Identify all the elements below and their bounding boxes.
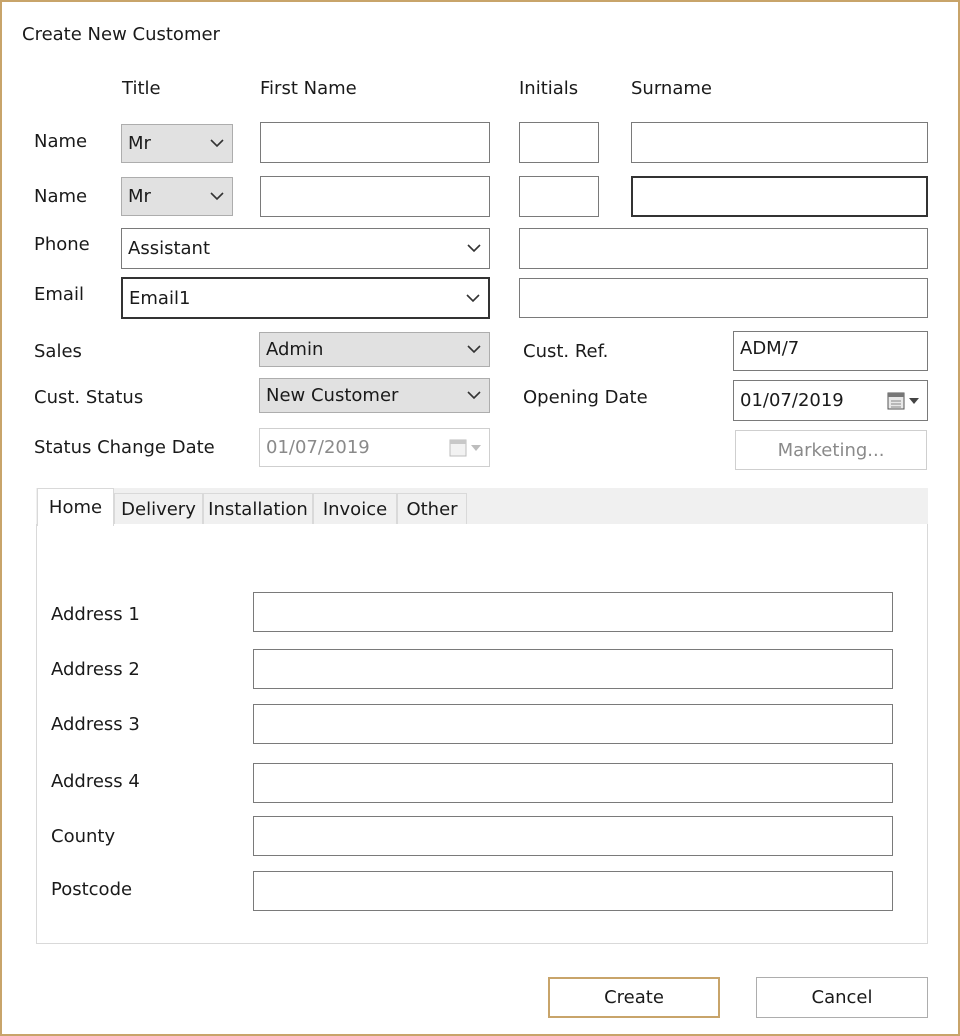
name-label-2: Name (34, 186, 88, 207)
tab-delivery[interactable]: Delivery (114, 493, 203, 524)
address-2-input[interactable] (253, 649, 893, 689)
initials-input-1[interactable] (519, 122, 599, 163)
sales-select[interactable]: Admin (259, 332, 490, 367)
chevron-down-icon (458, 293, 488, 303)
chevron-down-icon (459, 345, 489, 354)
calendar-icon (445, 439, 489, 457)
email-type-select[interactable]: Email1 (121, 277, 490, 319)
cancel-button[interactable]: Cancel (756, 977, 928, 1018)
sales-label: Sales (34, 341, 82, 362)
address-4-label: Address 4 (51, 771, 140, 792)
email-type-value: Email1 (129, 287, 191, 309)
title-select-1[interactable]: Mr (121, 124, 233, 163)
cust-ref-input[interactable]: ADM/7 (733, 331, 928, 371)
opening-date-value: 01/07/2019 (740, 390, 844, 411)
phone-type-value: Assistant (128, 238, 211, 259)
status-change-date-value: 01/07/2019 (266, 437, 370, 458)
surname-input-1[interactable] (631, 122, 928, 163)
window-title: Create New Customer (22, 24, 220, 45)
tab-invoice[interactable]: Invoice (313, 493, 397, 524)
email-input[interactable] (519, 278, 928, 318)
header-surname: Surname (631, 78, 712, 99)
title-select-2-value: Mr (128, 186, 151, 207)
first-name-input-1[interactable] (260, 122, 490, 163)
cust-ref-label: Cust. Ref. (523, 341, 609, 362)
status-change-date-picker: 01/07/2019 (259, 428, 490, 467)
initials-input-2[interactable] (519, 176, 599, 217)
phone-label: Phone (34, 234, 90, 255)
marketing-button[interactable]: Marketing... (735, 430, 927, 470)
chevron-down-icon (202, 192, 232, 201)
postcode-input[interactable] (253, 871, 893, 911)
county-label: County (51, 826, 116, 847)
chevron-down-icon (202, 139, 232, 148)
create-button[interactable]: Create (548, 977, 720, 1018)
header-first-name: First Name (260, 78, 357, 99)
phone-input[interactable] (519, 228, 928, 269)
header-title: Title (122, 78, 161, 99)
status-change-date-label: Status Change Date (34, 437, 215, 458)
chevron-down-icon (459, 391, 489, 400)
address-1-label: Address 1 (51, 604, 140, 625)
cust-status-select[interactable]: New Customer (259, 378, 490, 413)
title-select-2[interactable]: Mr (121, 177, 233, 216)
calendar-icon[interactable] (883, 392, 927, 410)
chevron-down-icon (459, 244, 489, 253)
email-label: Email (34, 284, 84, 305)
cust-status-label: Cust. Status (34, 387, 144, 408)
address-2-label: Address 2 (51, 659, 140, 680)
tab-installation[interactable]: Installation (203, 493, 313, 524)
cust-status-value: New Customer (266, 385, 399, 406)
create-customer-dialog: Create New Customer Title First Name Ini… (0, 0, 960, 1036)
opening-date-label: Opening Date (523, 387, 648, 408)
sales-select-value: Admin (266, 339, 324, 360)
title-select-1-value: Mr (128, 133, 151, 154)
first-name-input-2[interactable] (260, 176, 490, 217)
tab-home[interactable]: Home (37, 488, 114, 526)
postcode-label: Postcode (51, 879, 133, 900)
address-3-input[interactable] (253, 704, 893, 744)
county-input[interactable] (253, 816, 893, 856)
address-4-input[interactable] (253, 763, 893, 803)
phone-type-select[interactable]: Assistant (121, 228, 490, 269)
header-initials: Initials (519, 78, 579, 99)
surname-input-2[interactable] (631, 176, 928, 217)
name-label-1: Name (34, 131, 88, 152)
address-3-label: Address 3 (51, 714, 140, 735)
opening-date-picker[interactable]: 01/07/2019 (733, 380, 928, 421)
tab-other[interactable]: Other (397, 493, 467, 524)
address-1-input[interactable] (253, 592, 893, 632)
